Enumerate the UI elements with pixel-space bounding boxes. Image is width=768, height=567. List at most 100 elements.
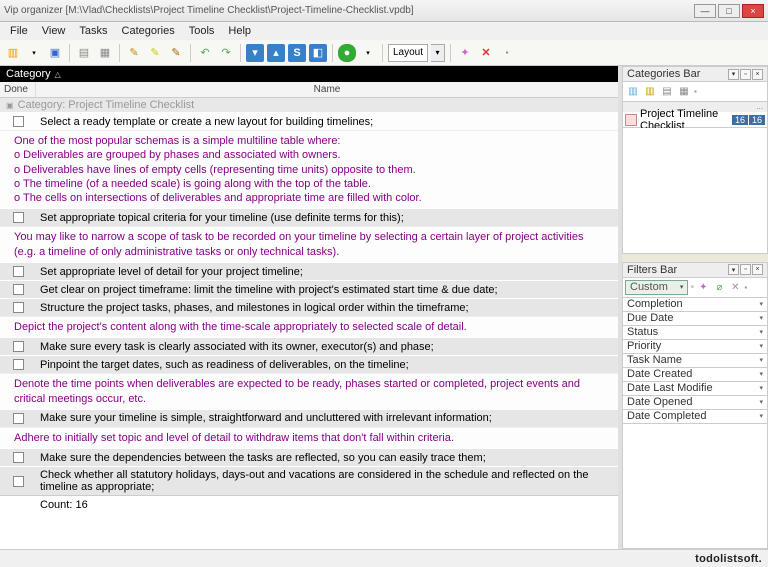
separator	[190, 44, 191, 62]
task-text: Set appropriate topical criteria for you…	[36, 210, 618, 226]
group-row[interactable]: ▣Category: Project Timeline Checklist	[0, 98, 618, 112]
panel-close-icon[interactable]: ×	[752, 69, 763, 80]
checkbox[interactable]	[13, 413, 24, 424]
checkbox[interactable]	[13, 116, 24, 127]
doc1-icon[interactable]: ▤	[75, 44, 93, 62]
filter-clear-icon[interactable]: ✕	[728, 280, 742, 294]
wand-icon[interactable]: ✦	[456, 44, 474, 62]
filters-panel-title: Filters Bar ▾ ▫ ×	[622, 262, 768, 278]
filter-datecreated[interactable]: Date Created▾	[622, 368, 768, 382]
grid-body[interactable]: ▣Category: Project Timeline Checklist Se…	[0, 98, 618, 549]
task-row[interactable]: Make sure the dependencies between the t…	[0, 448, 618, 466]
separator	[332, 44, 333, 62]
column-done[interactable]: Done	[0, 82, 36, 97]
cat-tool2-icon[interactable]: ▥	[643, 85, 657, 99]
task-text: Pinpoint the target dates, such as readi…	[36, 357, 618, 373]
highlight-icon[interactable]: ✎	[146, 44, 164, 62]
undo-icon[interactable]: ↶	[196, 44, 214, 62]
task-text: Make sure every task is clearly associat…	[36, 339, 618, 355]
minimize-button[interactable]: —	[694, 4, 716, 18]
separator	[450, 44, 451, 62]
menu-tools[interactable]: Tools	[183, 24, 221, 38]
task-row[interactable]: Structure the project tasks, phases, and…	[0, 298, 618, 316]
separator	[240, 44, 241, 62]
category-item[interactable]: Project Timeline Checklist 16 16	[622, 112, 768, 128]
down-icon[interactable]: ▾	[246, 44, 264, 62]
category-count2: 16	[749, 115, 765, 125]
status-bar: todolistsoft.	[0, 549, 768, 567]
filter-completion[interactable]: Completion▾	[622, 298, 768, 312]
close-button[interactable]: ×	[742, 4, 764, 18]
note-row: Adhere to initially set topic and level …	[0, 427, 618, 448]
task-row[interactable]: Get clear on project timeframe: limit th…	[0, 280, 618, 298]
panel-menu-icon[interactable]: ▾	[728, 264, 739, 275]
more-icon[interactable]: ▪	[498, 44, 516, 62]
filter-duedate[interactable]: Due Date▾	[622, 312, 768, 326]
pin-icon[interactable]: ✎	[167, 44, 185, 62]
task-row[interactable]: Make sure every task is clearly associat…	[0, 337, 618, 355]
redo-icon[interactable]: ↷	[217, 44, 235, 62]
checkbox[interactable]	[13, 359, 24, 370]
cat-tool1-icon[interactable]: ▥	[626, 85, 640, 99]
q-icon[interactable]: ◧	[309, 44, 327, 62]
task-text: Check whether all statutory holidays, da…	[36, 467, 618, 495]
globe-icon[interactable]: ●	[338, 44, 356, 62]
filter-dateopened[interactable]: Date Opened▾	[622, 396, 768, 410]
checkbox[interactable]	[13, 284, 24, 295]
panel-pin-icon[interactable]: ▫	[740, 69, 751, 80]
task-row[interactable]: Set appropriate level of detail for your…	[0, 262, 618, 280]
menu-tasks[interactable]: Tasks	[73, 24, 113, 38]
save-icon[interactable]: ▣	[46, 44, 64, 62]
menu-categories[interactable]: Categories	[116, 24, 181, 38]
filter-taskname[interactable]: Task Name▾	[622, 354, 768, 368]
up-icon[interactable]: ▴	[267, 44, 285, 62]
checkbox[interactable]	[13, 341, 24, 352]
globe-dd-icon[interactable]: ▾	[359, 44, 377, 62]
checkbox[interactable]	[13, 302, 24, 313]
custom-dropdown[interactable]: Custom▾	[625, 280, 688, 295]
checkbox[interactable]	[13, 266, 24, 277]
filter-wand-icon[interactable]: ✦	[696, 280, 710, 294]
panel-menu-icon[interactable]: ▾	[728, 69, 739, 80]
menu-view[interactable]: View	[36, 24, 72, 38]
category-tab-label: Category	[6, 68, 51, 80]
new-icon[interactable]: ▥	[4, 44, 22, 62]
s-icon[interactable]: S	[288, 44, 306, 62]
filter-check-icon[interactable]: ⌀	[712, 280, 726, 294]
note-row: One of the most popular schemas is a sim…	[0, 130, 618, 208]
checkbox[interactable]	[13, 212, 24, 223]
task-row[interactable]: Set appropriate topical criteria for you…	[0, 208, 618, 226]
column-name[interactable]: Name	[36, 82, 618, 97]
filter-datemodified[interactable]: Date Last Modifie▾	[622, 382, 768, 396]
checkbox[interactable]	[13, 452, 24, 463]
cat-tool3-icon[interactable]: ▤	[660, 85, 674, 99]
category-tab[interactable]: Category △	[0, 66, 618, 82]
filter-status[interactable]: Status▾	[622, 326, 768, 340]
menu-file[interactable]: File	[4, 24, 34, 38]
cat-tool4-icon[interactable]: ▦	[677, 85, 691, 99]
task-row[interactable]: Check whether all statutory holidays, da…	[0, 466, 618, 495]
new-dd-icon[interactable]: ▾	[25, 44, 43, 62]
task-text: Make sure your timeline is simple, strai…	[36, 410, 618, 426]
task-text: Make sure the dependencies between the t…	[36, 450, 618, 466]
panel-pin-icon[interactable]: ▫	[740, 264, 751, 275]
maximize-button[interactable]: □	[718, 4, 740, 18]
panel-close-icon[interactable]: ×	[752, 264, 763, 275]
categories-panel-title: Categories Bar ▾ ▫ ×	[622, 66, 768, 82]
task-row[interactable]: Select a ready template or create a new …	[0, 112, 618, 130]
main-toolbar: ▥ ▾ ▣ ▤ ▦ ✎ ✎ ✎ ↶ ↷ ▾ ▴ S ◧ ● ▾ Layout ▾…	[0, 40, 768, 66]
checkbox[interactable]	[13, 476, 24, 487]
task-row[interactable]: Pinpoint the target dates, such as readi…	[0, 355, 618, 373]
filter-datecompleted[interactable]: Date Completed▾	[622, 410, 768, 424]
doc2-icon[interactable]: ▦	[96, 44, 114, 62]
layout-dropdown[interactable]: ▾	[431, 44, 445, 62]
filters-tools: Custom▾ ▪ ✦ ⌀ ✕ ▪	[622, 278, 768, 298]
task-text: Set appropriate level of detail for your…	[36, 264, 618, 280]
collapse-icon[interactable]: ▣	[6, 101, 14, 110]
separator	[119, 44, 120, 62]
edit-icon[interactable]: ✎	[125, 44, 143, 62]
task-row[interactable]: Make sure your timeline is simple, strai…	[0, 409, 618, 427]
menu-help[interactable]: Help	[222, 24, 257, 38]
delete-icon[interactable]: ✕	[477, 44, 495, 62]
filter-priority[interactable]: Priority▾	[622, 340, 768, 354]
